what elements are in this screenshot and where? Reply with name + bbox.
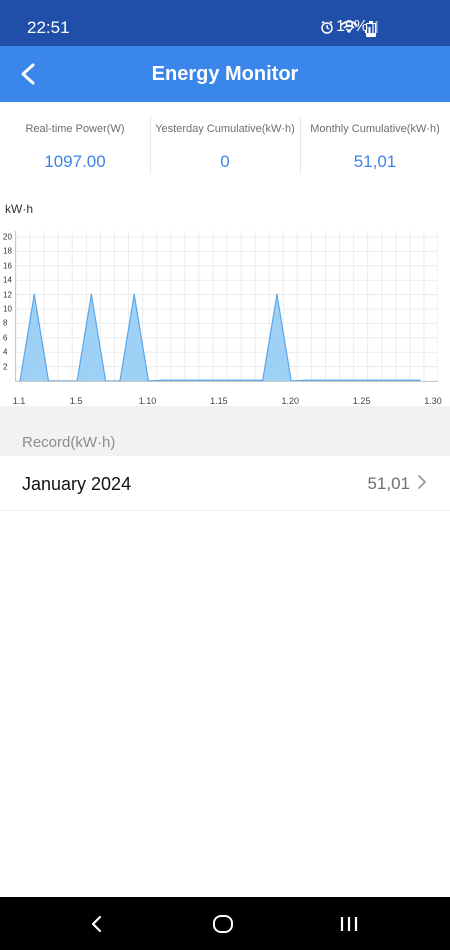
nav-back-icon <box>91 915 102 933</box>
data-point <box>47 380 50 381</box>
record-section-header: Record(kW·h) <box>0 406 450 456</box>
page-title: Energy Monitor <box>151 63 299 85</box>
x-tick-label: 1.25 <box>352 396 371 406</box>
y-tick-label: 14 <box>3 275 12 285</box>
summary-label: Monthly Cumulative(kW·h) <box>310 123 440 135</box>
y-tick-label: 20 <box>3 232 12 242</box>
y-tick-label: 16 <box>3 261 12 271</box>
data-point <box>247 379 250 381</box>
data-point <box>418 379 421 381</box>
data-point <box>62 380 64 381</box>
y-tick-label: 6 <box>3 333 8 343</box>
nav-home-icon <box>213 915 233 933</box>
x-tick-label: 1.30 <box>424 396 442 406</box>
nav-recents-icon <box>340 917 358 931</box>
nav-recents-button[interactable] <box>334 909 364 939</box>
record-value: 51,01 <box>367 474 410 493</box>
data-point <box>161 379 164 381</box>
record-row[interactable]: January 2024 51,01 <box>0 456 450 511</box>
data-point <box>76 380 78 381</box>
status-time: 22:51 <box>27 18 70 37</box>
data-point <box>204 379 207 381</box>
y-tick-label: 18 <box>3 246 12 256</box>
data-point <box>133 293 136 296</box>
energy-chart: kW·h 20 18 16 14 12 10 8 6 4 2 1.1 1.5 1.10 1.15 1.20… <box>0 188 450 406</box>
x-tick-label: 1.20 <box>281 396 299 406</box>
data-point <box>318 379 321 381</box>
x-tick-label: 1.5 <box>69 396 83 406</box>
data-point <box>376 379 378 381</box>
data-point <box>190 379 193 381</box>
x-tick-label: 1.15 <box>210 396 228 406</box>
summary-panel: Real-time Power(W) 1097.00 Yesterday Cum… <box>0 102 450 189</box>
data-point <box>304 379 307 381</box>
x-tick-label: 1.1 <box>12 396 26 406</box>
summary-monthly-cumulative: Monthly Cumulative(kW·h) 51,01 <box>300 102 450 188</box>
summary-label: Yesterday Cumulative(kW·h) <box>155 123 295 135</box>
data-point <box>90 293 93 296</box>
system-nav-bar <box>0 897 450 950</box>
summary-value: 51,01 <box>353 152 397 171</box>
data-point <box>219 379 221 381</box>
data-point <box>261 379 264 381</box>
data-point <box>104 380 107 381</box>
y-tick-label: 4 <box>3 347 8 357</box>
data-point <box>176 379 178 381</box>
record-month: January 2024 <box>22 474 132 494</box>
status-bar: 22:51 19% <box>0 0 450 46</box>
data-point <box>290 380 293 381</box>
data-point <box>333 379 335 381</box>
y-tick-label: 10 <box>3 304 12 314</box>
data-point <box>404 379 407 381</box>
y-tick-label: 2 <box>3 362 8 372</box>
app-header: Energy Monitor <box>0 46 450 102</box>
data-point <box>19 380 21 381</box>
record-section-label: Record(kW·h) <box>22 434 116 451</box>
data-point <box>33 293 36 296</box>
x-tick-label: 1.10 <box>138 396 157 406</box>
summary-yesterday-cumulative: Yesterday Cumulative(kW·h) 0 <box>150 102 300 188</box>
data-point <box>233 379 235 381</box>
alarm-icon <box>321 20 333 34</box>
y-tick-label: 8 <box>3 318 8 328</box>
battery-icon <box>366 21 376 37</box>
data-point <box>361 379 364 381</box>
chevron-right-icon <box>418 475 426 489</box>
chart-plot-area <box>15 231 438 382</box>
chart-unit-label: kW·h <box>5 202 33 216</box>
summary-value: 0 <box>220 152 230 171</box>
summary-value: 1097.00 <box>44 152 106 171</box>
summary-realtime-power: Real-time Power(W) 1097.00 <box>0 102 150 188</box>
nav-home-button[interactable] <box>208 909 238 939</box>
y-tick-label: 12 <box>3 290 12 300</box>
nav-back-button[interactable] <box>82 909 112 939</box>
data-point <box>119 380 121 381</box>
data-point <box>147 380 150 381</box>
data-point <box>390 379 392 381</box>
data-point <box>347 379 350 381</box>
battery-percent: 19% <box>335 18 368 35</box>
data-point <box>276 293 278 296</box>
summary-label: Real-time Power(W) <box>25 123 125 135</box>
